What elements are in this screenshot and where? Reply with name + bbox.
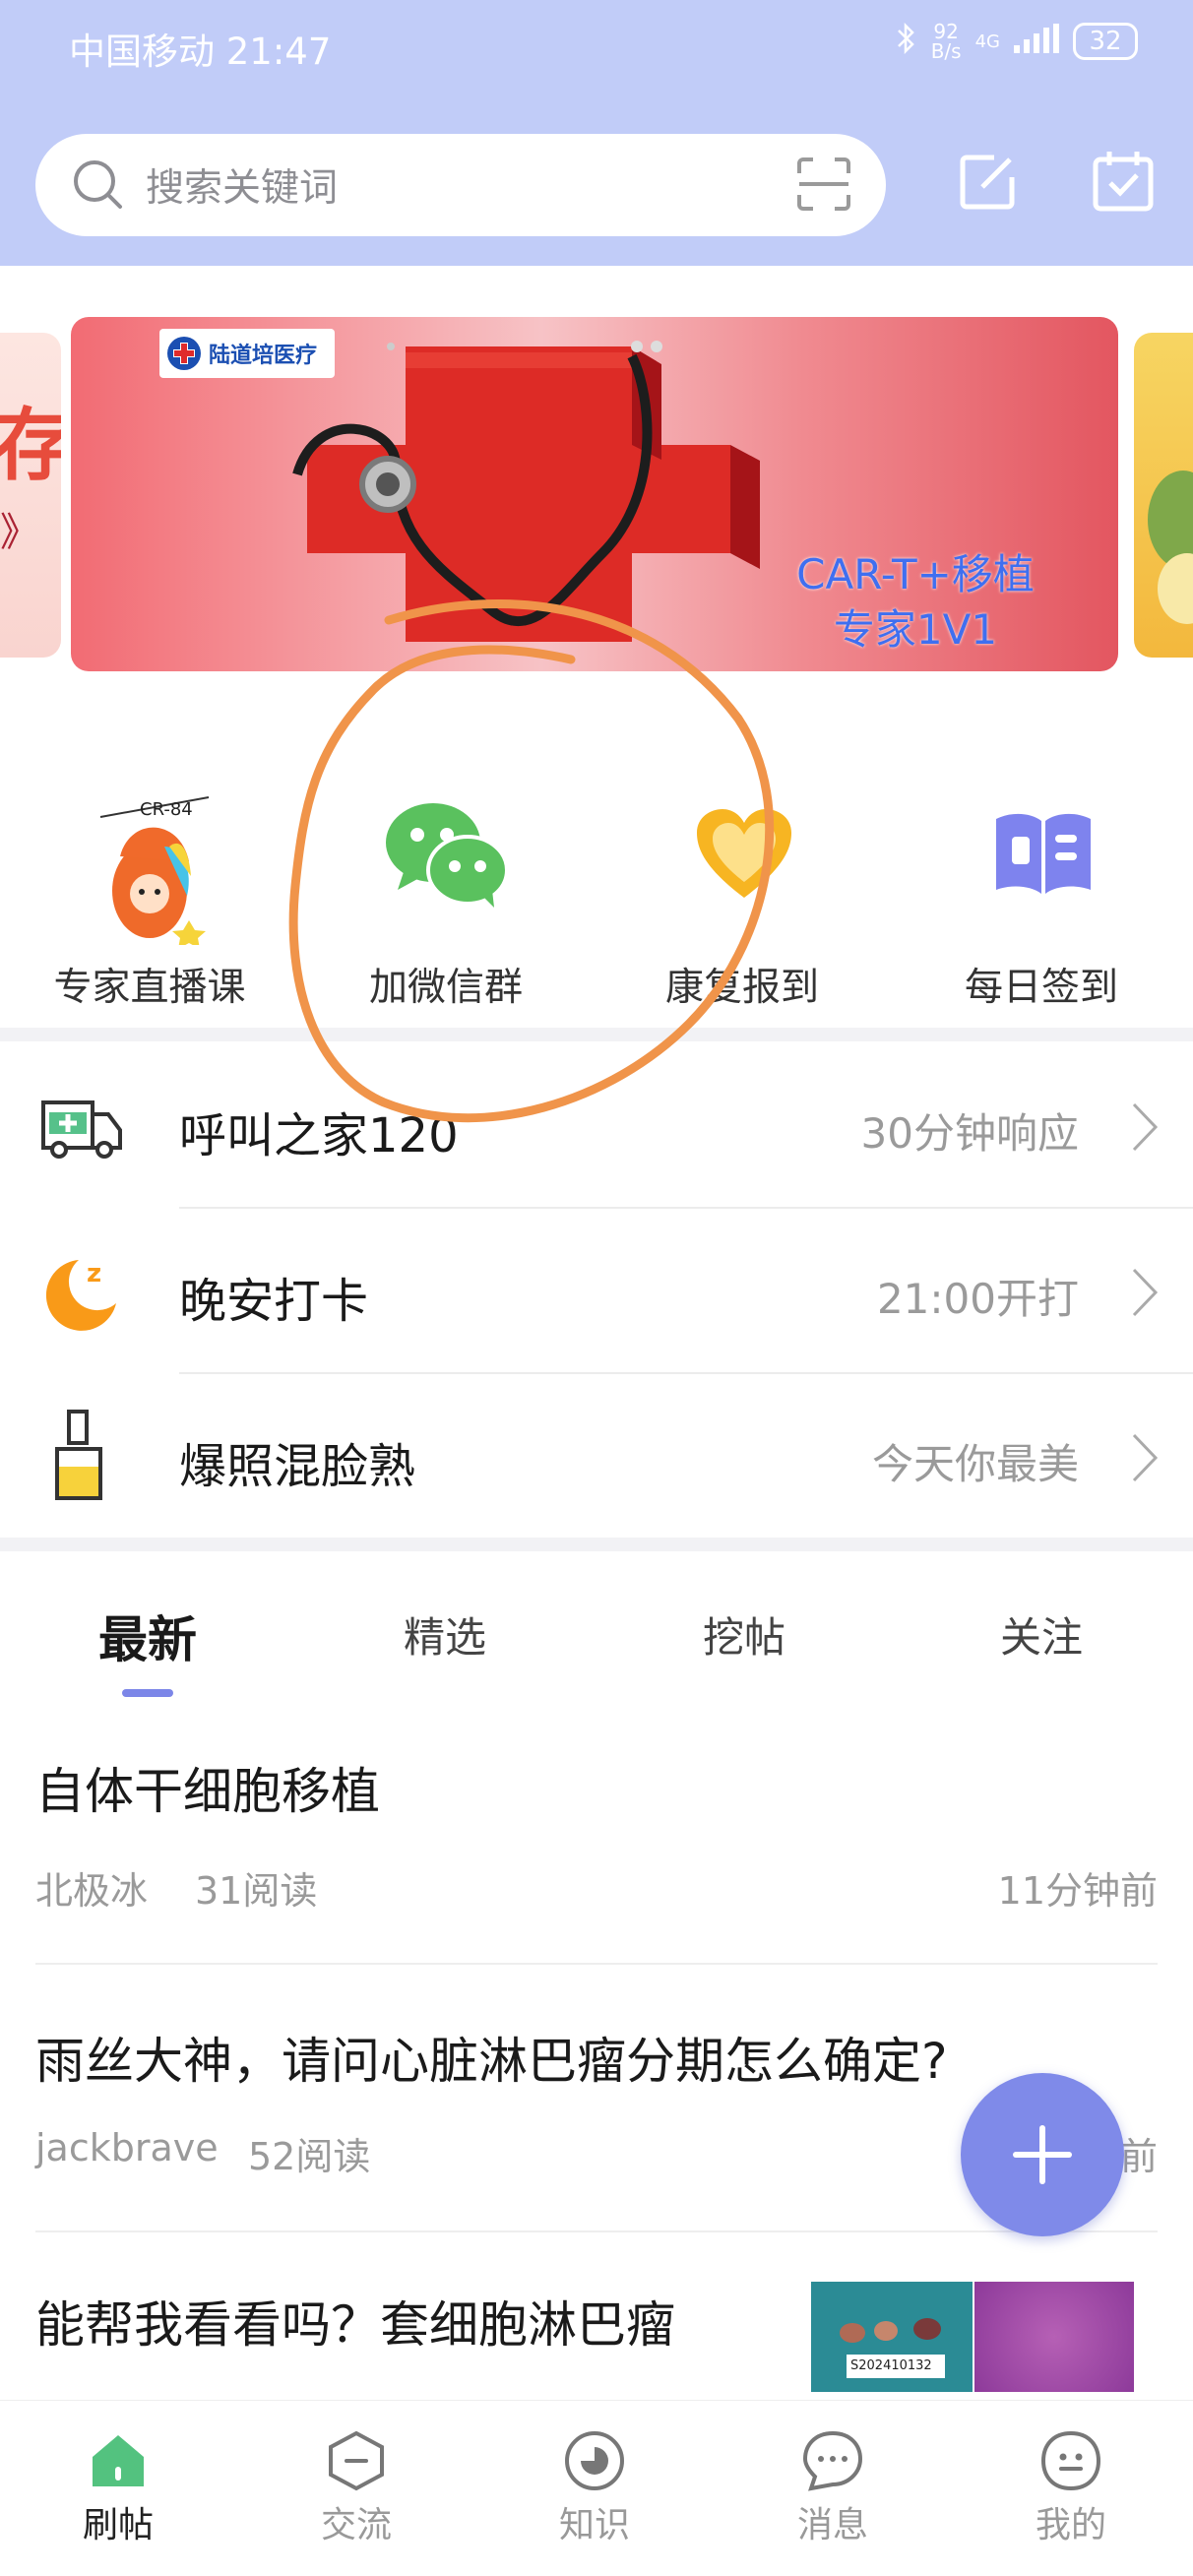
- status-icons: 92 B/s 4G 32: [896, 22, 1138, 61]
- list-row-meta: 今天你最美: [871, 1440, 1079, 1488]
- banner-peek-left[interactable]: 存 》: [0, 333, 61, 658]
- quick-entry-label[interactable]: 专家直播课: [12, 957, 287, 1012]
- plus-icon: [1013, 2125, 1072, 2184]
- tab-featured[interactable]: 精选: [346, 1604, 543, 1665]
- list-row-title: 晚安打卡: [179, 1274, 369, 1329]
- tab-active-indicator: [122, 1689, 173, 1697]
- post-reads: 52阅读: [248, 2135, 371, 2178]
- mascot-sticker-icon[interactable]: CR-84: [71, 778, 228, 949]
- hospital-logo: 陆道培医疗: [159, 329, 335, 378]
- status-carrier-time: 中国移动 21:47: [69, 31, 332, 73]
- chevron-right-icon: [1130, 1100, 1160, 1158]
- search-placeholder: 搜索关键词: [146, 166, 339, 211]
- banner-peek-right[interactable]: [1134, 333, 1193, 658]
- post-title: 雨丝大神，请问心脏淋巴瘤分期怎么确定?: [35, 2033, 948, 2090]
- annotation-circle: [276, 591, 807, 1146]
- ambulance-icon: [39, 1091, 124, 1163]
- book-icon[interactable]: [992, 811, 1095, 900]
- chevron-right-icon: [1130, 1266, 1160, 1323]
- chat-hexagon-icon: [329, 2430, 384, 2491]
- list-row-title: 爆照混脸熟: [179, 1439, 416, 1494]
- tab-following[interactable]: 关注: [943, 1604, 1140, 1665]
- tab-latest[interactable]: 最新: [49, 1601, 246, 1671]
- bluetooth-icon: [896, 22, 917, 60]
- chevron-right-icon: [1130, 1431, 1160, 1488]
- post-time: 11分钟前: [997, 1869, 1158, 1913]
- section-divider: [0, 1538, 1193, 1551]
- post-reads: 31阅读: [195, 1869, 318, 1913]
- nav-knowledge[interactable]: 知识: [516, 2429, 673, 2547]
- quick-entry-label[interactable]: 每日签到: [904, 957, 1179, 1012]
- signal-icon: [1014, 24, 1059, 59]
- signal-label: 4G: [974, 31, 1000, 52]
- post-thumbnail[interactable]: [974, 2282, 1134, 2392]
- nav-profile[interactable]: 我的: [992, 2429, 1150, 2547]
- lipstick-icon: [51, 1406, 106, 1508]
- nav-browse[interactable]: 刷帖: [39, 2429, 197, 2547]
- nav-chat[interactable]: 交流: [278, 2429, 435, 2547]
- nav-messages[interactable]: 消息: [754, 2429, 911, 2547]
- post-title: 自体干细胞移植: [35, 1763, 380, 1820]
- post-title: 能帮我看看吗？套细胞淋巴瘤: [35, 2296, 675, 2354]
- post-divider: [35, 1963, 1158, 1965]
- profile-face-icon: [1040, 2430, 1101, 2491]
- tab-dig-posts[interactable]: 挖帖: [646, 1604, 843, 1665]
- post-thumbnail[interactable]: S202410132: [811, 2282, 973, 2392]
- net-speed: 92 B/s: [930, 20, 962, 63]
- scan-icon[interactable]: [795, 156, 852, 217]
- message-bubble-icon: [802, 2430, 863, 2491]
- home-icon: [93, 2435, 144, 2486]
- list-row-meta: 21:00开打: [876, 1275, 1079, 1323]
- list-row-meta: 30分钟响应: [860, 1109, 1079, 1158]
- post-author: 北极冰: [35, 1869, 149, 1913]
- moon-icon: z: [39, 1250, 122, 1337]
- banner-headline: CAR-T+移植 专家1V1: [796, 550, 1035, 654]
- hospital-cross-icon: [167, 337, 201, 370]
- svg-text:CR-84: CR-84: [140, 799, 193, 820]
- search-icon: [71, 157, 126, 217]
- checkin-calendar-icon[interactable]: [1091, 148, 1156, 217]
- knowledge-icon: [565, 2431, 624, 2490]
- post-time: 前: [1119, 2135, 1158, 2178]
- battery-indicator: 32: [1073, 23, 1138, 60]
- post-author: jackbrave: [35, 2126, 219, 2169]
- edit-post-icon[interactable]: [955, 150, 1020, 219]
- new-post-button[interactable]: [961, 2073, 1124, 2236]
- svg-text:z: z: [87, 1259, 101, 1288]
